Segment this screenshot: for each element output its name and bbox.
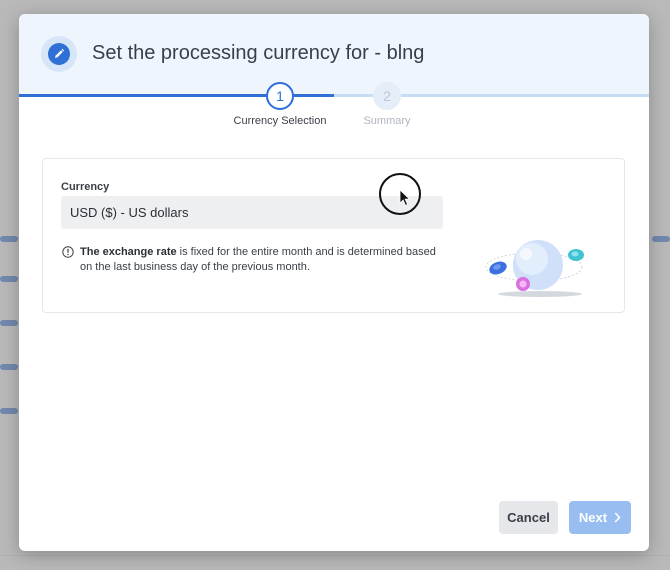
next-button[interactable]: Next [569,501,631,534]
currency-label: Currency [61,181,110,193]
step-1-label: Currency Selection [233,115,327,127]
currency-select-value: USD ($) - US dollars [70,205,189,220]
chevron-right-icon [614,512,621,523]
modal-title: Set the processing currency for - blng [92,42,425,64]
step-2-label: Summary [363,115,411,127]
next-button-label: Next [578,510,608,525]
step-2-indicator: 2 [373,82,401,110]
mouse-cursor-icon [399,189,411,207]
exchange-rate-info-bold: The exchange rate [80,246,177,258]
globe-coins-illustration [485,240,584,297]
currency-modal: Set the processing currency for - blng 1… [19,14,649,551]
modal-header: Set the processing currency for - blng [19,14,649,94]
pencil-icon [48,43,70,65]
exchange-rate-info: The exchange rate is fixed for the entir… [80,245,440,275]
info-icon [62,246,74,258]
step-1-indicator: 1 [266,82,294,110]
header-icon-badge [41,36,77,72]
cancel-button[interactable]: Cancel [499,501,558,534]
currency-card: Currency USD ($) - US dollars The exchan… [42,158,625,313]
